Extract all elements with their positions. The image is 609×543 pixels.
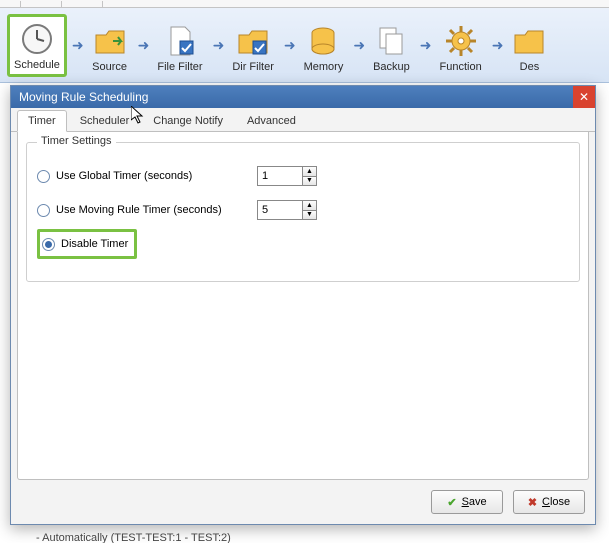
x-icon: ✖ (528, 496, 537, 509)
destination-icon (511, 23, 547, 59)
ribbon-dir-filter[interactable]: Dir Filter (227, 14, 279, 77)
toolbar-ribbon: Schedule ➜ Source ➜ File Filter ➜ Dir Fi… (0, 8, 609, 83)
folder-check-icon (235, 23, 271, 59)
timer-settings-group: Timer Settings Use Global Timer (seconds… (26, 142, 580, 282)
button-label-letter: S (462, 496, 469, 508)
option-global-timer[interactable]: Use Global Timer (seconds) 1 ▲▼ (37, 161, 569, 191)
spinner-value: 1 (262, 170, 268, 182)
ribbon-label: Dir Filter (232, 61, 274, 73)
spinner-up-icon[interactable]: ▲ (302, 167, 316, 177)
ribbon-label: Backup (373, 61, 410, 73)
ribbon-label: Function (440, 61, 482, 73)
menu-bar-fragment (0, 0, 609, 8)
check-icon: ✔ (447, 496, 456, 509)
tab-content: Timer Settings Use Global Timer (seconds… (17, 132, 589, 480)
ribbon-label: Des (520, 61, 540, 73)
option-label: Use Global Timer (seconds) (56, 170, 231, 182)
chevron-right-icon: ➜ (492, 37, 504, 54)
moving-rule-scheduling-dialog: Moving Rule Scheduling ✕ Timer Scheduler… (10, 85, 596, 525)
tab-label: Change Notify (153, 115, 223, 127)
tab-label: Timer (28, 115, 56, 127)
tab-timer[interactable]: Timer (17, 110, 67, 132)
dialog-tabs: Timer Scheduler Change Notify Advanced (11, 108, 595, 132)
moving-rule-timer-spinner[interactable]: 5 ▲▼ (257, 200, 317, 220)
ribbon-label: File Filter (157, 61, 202, 73)
chevron-right-icon: ➜ (213, 37, 225, 54)
tab-advanced[interactable]: Advanced (236, 110, 307, 131)
database-icon (305, 23, 341, 59)
spinner-down-icon[interactable]: ▼ (302, 177, 316, 186)
chevron-right-icon: ➜ (138, 37, 150, 54)
radio-icon[interactable] (42, 238, 55, 251)
chevron-right-icon: ➜ (420, 37, 432, 54)
ribbon-schedule[interactable]: Schedule (7, 14, 67, 77)
gear-icon (443, 23, 479, 59)
save-button[interactable]: ✔ Save (431, 490, 503, 514)
copy-icon (373, 23, 409, 59)
tab-scheduler[interactable]: Scheduler (69, 110, 141, 131)
tab-label: Advanced (247, 115, 296, 127)
button-label-letter: C (542, 496, 550, 508)
close-button[interactable]: ✖ Close (513, 490, 585, 514)
dialog-title-text: Moving Rule Scheduling (19, 90, 148, 104)
folder-arrow-icon (92, 23, 128, 59)
ribbon-memory[interactable]: Memory (299, 14, 349, 77)
chevron-right-icon: ➜ (72, 37, 84, 54)
ribbon-function[interactable]: Function (435, 14, 487, 77)
spinner-value: 5 (262, 204, 268, 216)
button-label-rest: ave (469, 496, 487, 508)
ribbon-file-filter[interactable]: File Filter (152, 14, 207, 77)
ribbon-destination[interactable]: Des (506, 14, 552, 77)
ribbon-source[interactable]: Source (87, 14, 133, 77)
spinner-down-icon[interactable]: ▼ (302, 211, 316, 220)
close-icon[interactable]: ✕ (573, 86, 595, 108)
spinner-up-icon[interactable]: ▲ (302, 201, 316, 211)
file-check-icon (162, 23, 198, 59)
ribbon-label: Schedule (14, 59, 60, 71)
button-label-rest: lose (550, 496, 570, 508)
option-disable-timer[interactable]: Disable Timer (37, 229, 137, 259)
clock-icon (19, 21, 55, 57)
ribbon-backup[interactable]: Backup (368, 14, 415, 77)
ribbon-label: Memory (304, 61, 344, 73)
dialog-button-bar: ✔ Save ✖ Close (431, 490, 585, 514)
ribbon-label: Source (92, 61, 127, 73)
group-legend: Timer Settings (37, 135, 116, 147)
option-label: Disable Timer (61, 238, 128, 250)
tab-change-notify[interactable]: Change Notify (142, 110, 234, 131)
global-timer-spinner[interactable]: 1 ▲▼ (257, 166, 317, 186)
dialog-titlebar[interactable]: Moving Rule Scheduling ✕ (11, 86, 595, 108)
radio-icon[interactable] (37, 170, 50, 183)
option-moving-rule-timer[interactable]: Use Moving Rule Timer (seconds) 5 ▲▼ (37, 195, 569, 225)
background-list-item: - Automatically (TEST-TEST:1 - TEST:2) (36, 532, 231, 543)
chevron-right-icon: ➜ (284, 37, 296, 54)
option-label: Use Moving Rule Timer (seconds) (56, 204, 231, 216)
tab-label: Scheduler (80, 115, 130, 127)
radio-icon[interactable] (37, 204, 50, 217)
chevron-right-icon: ➜ (353, 37, 365, 54)
